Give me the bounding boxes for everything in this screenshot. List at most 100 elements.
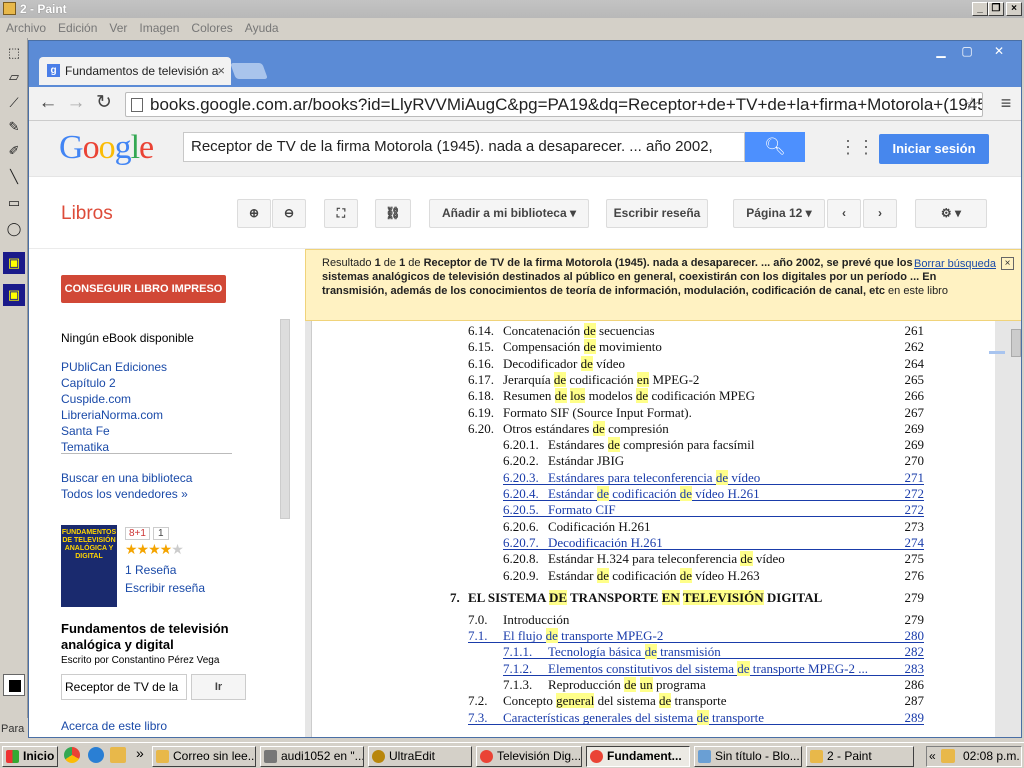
write-review-link[interactable]: Escribir reseña [125, 581, 205, 595]
toc-title: Estándar de codificación de vídeo H.261 [548, 486, 760, 501]
reviews-link[interactable]: 1 Reseña [125, 563, 176, 577]
task-item-active[interactable]: Fundament... [586, 746, 690, 767]
seller-link[interactable]: Santa Fe [61, 424, 110, 438]
settings-button[interactable]: ⚙ ▾ [915, 199, 987, 228]
toc-link-row[interactable]: 7.1.1. Tecnología básica de transmisión 28… [503, 644, 924, 660]
toc-link-row[interactable]: 6.20.5. Formato CIF 272 [503, 502, 924, 518]
menu-ayuda[interactable]: Ayuda [245, 21, 279, 35]
bookmark-star-icon[interactable]: ☆ [964, 93, 980, 116]
fill-style-icon-2[interactable]: ▣ [3, 284, 25, 306]
toc-link-row[interactable]: 7.1.2. Elementos constitutivos del sistem… [503, 660, 924, 676]
in-book-search-input[interactable]: Receptor de TV de la [61, 674, 187, 700]
in-book-search-button[interactable]: Ir [191, 674, 246, 700]
restore-button[interactable]: ❐ [988, 2, 1004, 16]
google-search-input[interactable]: Receptor de TV de la firma Motorola (194… [183, 132, 745, 162]
all-sellers-link[interactable]: Todos los vendedores » [61, 487, 188, 501]
toc-link-row[interactable]: 7.3. Características generales del sistem… [468, 709, 924, 725]
seller-link[interactable]: Cuspide.com [61, 392, 131, 406]
minimize-button[interactable]: _ [972, 2, 988, 16]
fill-style-icon[interactable]: ▣ [3, 252, 25, 274]
fullscreen-button[interactable]: ⛶ [324, 199, 358, 228]
mail-icon[interactable] [110, 747, 126, 763]
tab-close-icon[interactable]: × [217, 57, 225, 85]
page-select[interactable]: Página 12 ▾ [733, 199, 825, 228]
paint-toolbox: ⬚ ▱ ⟋ ✎ ✐ ╲ ▭ ◯ ▣ ▣ [0, 38, 28, 728]
tray-more-icon[interactable]: « [929, 747, 936, 766]
toc-link-row[interactable]: 6.20.7. Decodificación H.261 274 [503, 535, 924, 550]
task-item[interactable]: audi1052 en "... [260, 746, 364, 767]
color-swatch[interactable] [3, 674, 25, 696]
chrome-icon[interactable] [64, 747, 80, 763]
toc-row: 6.17. Jerarquía de codificación en MPEG-2… [312, 371, 924, 387]
ie-icon[interactable] [88, 747, 104, 763]
seller-link[interactable]: PUbliCan Ediciones [61, 360, 167, 374]
close-icon[interactable]: × [1001, 257, 1014, 270]
clear-search-link[interactable]: Borrar búsqueda [914, 257, 996, 271]
start-button[interactable]: Inicio [2, 746, 58, 767]
new-tab-button[interactable] [230, 63, 268, 79]
zoom-out-button[interactable]: ⊖ [272, 199, 306, 228]
buy-book-button[interactable]: CONSEGUIR LIBRO IMPRESO [61, 275, 226, 303]
menu-ver[interactable]: Ver [109, 21, 127, 35]
task-item[interactable]: 2 - Paint [806, 746, 914, 767]
apps-grid-icon[interactable]: ⋮⋮⋮ [839, 138, 893, 157]
line-tool-icon[interactable]: ╲ [3, 166, 25, 188]
eyedropper-icon[interactable]: ⟋ [3, 92, 25, 114]
select-tool-icon[interactable]: ⬚ [3, 42, 25, 64]
back-icon[interactable]: ← [35, 91, 61, 117]
ellipse-tool-icon[interactable]: ◯ [3, 218, 25, 240]
tray-mail-icon[interactable] [941, 749, 955, 763]
reload-icon[interactable]: ↻ [91, 91, 117, 117]
libros-label[interactable]: Libros [61, 203, 113, 225]
task-item[interactable]: Televisión Dig... [476, 746, 582, 767]
task-item[interactable]: Correo sin lee... [152, 746, 256, 767]
write-review-button[interactable]: Escribir reseña [606, 199, 708, 228]
browser-close-button[interactable]: ✕ [987, 43, 1011, 59]
prev-page-button[interactable]: ‹ [827, 199, 861, 228]
clock: 02:08 p.m. [963, 749, 1020, 763]
quicklaunch-more-icon[interactable]: » [136, 745, 144, 761]
chrome-menu-icon[interactable]: ≡ [995, 91, 1017, 117]
task-item[interactable]: Sin título - Blo... [694, 746, 802, 767]
menu-edicion[interactable]: Edición [58, 21, 97, 35]
about-book-link[interactable]: Acerca de este libro [61, 719, 167, 733]
toc-link-row[interactable]: 6.20.3. Estándares para teleconferencia d… [503, 469, 924, 485]
seller-link[interactable]: LibreriaNorma.com [61, 408, 163, 422]
browser-maximize-button[interactable]: ▢ [955, 43, 979, 59]
tab-fundamentos[interactable]: g Fundamentos de televisión a × [39, 57, 231, 85]
rectangle-tool-icon[interactable]: ▭ [3, 192, 25, 214]
menu-archivo[interactable]: Archivo [6, 21, 46, 35]
close-button[interactable]: × [1006, 2, 1022, 16]
eraser-icon[interactable]: ▱ [3, 66, 25, 88]
sidebar-scrollbar[interactable] [280, 319, 290, 519]
browser-minimize-button[interactable]: ▁ [929, 43, 953, 59]
viewer-scrollbar[interactable] [1011, 329, 1021, 357]
toc-link-row[interactable]: 7.1. El flujo de transporte MPEG-2 280 [468, 628, 924, 644]
search-button[interactable]: 🔍︎ [745, 132, 805, 162]
toc-page: 279 [904, 589, 925, 605]
menu-colores[interactable]: Colores [191, 21, 232, 35]
seller-link[interactable]: Capítulo 2 [61, 376, 116, 390]
toc-page: 274 [904, 534, 925, 550]
gplus-button[interactable]: 8+1 [125, 527, 150, 540]
zoom-in-button[interactable]: ⊕ [237, 199, 271, 228]
toc-title: Estándar de codificación de vídeo H.263 [548, 567, 760, 583]
pencil-icon[interactable]: ✎ [3, 116, 25, 138]
book-author: Escrito por Constantino Pérez Vega [61, 655, 220, 666]
address-bar[interactable]: books.google.com.ar/books?id=LlyRVVMiAug… [125, 92, 983, 117]
add-library-button[interactable]: Añadir a mi biblioteca ▾ [429, 199, 589, 228]
task-item[interactable]: UltraEdit [368, 746, 472, 767]
menu-imagen[interactable]: Imagen [139, 21, 179, 35]
link-button[interactable]: ⛓ [375, 199, 411, 228]
book-sidebar: CONSEGUIR LIBRO IMPRESO Ningún eBook dis… [29, 249, 305, 737]
find-library-link[interactable]: Buscar en una biblioteca [61, 471, 192, 485]
toc-link-row[interactable]: 6.20.4. Estándar de codificación de vídeo… [503, 486, 924, 501]
brush-icon[interactable]: ✐ [3, 140, 25, 162]
google-logo[interactable]: Google [59, 129, 154, 167]
book-cover[interactable]: FUNDAMENTOS DE TELEVISIÓN ANALÓGICA Y DI… [61, 525, 117, 607]
seller-link[interactable]: Tematika [61, 440, 109, 454]
forward-icon[interactable]: → [63, 91, 89, 117]
signin-button[interactable]: Iniciar sesión [879, 134, 989, 164]
next-page-button[interactable]: › [863, 199, 897, 228]
toc-number: 6.18. [468, 388, 494, 404]
